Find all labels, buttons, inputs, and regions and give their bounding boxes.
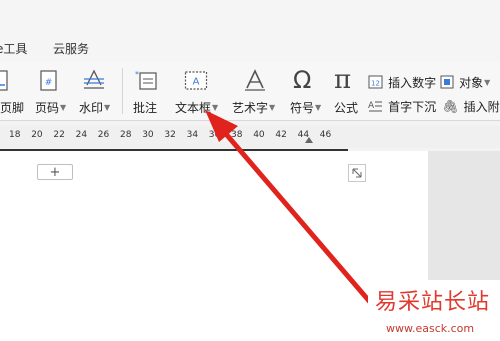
site-watermark-title: 易采站长站 — [375, 290, 491, 315]
site-watermark-url: www.easck.com — [386, 322, 475, 335]
